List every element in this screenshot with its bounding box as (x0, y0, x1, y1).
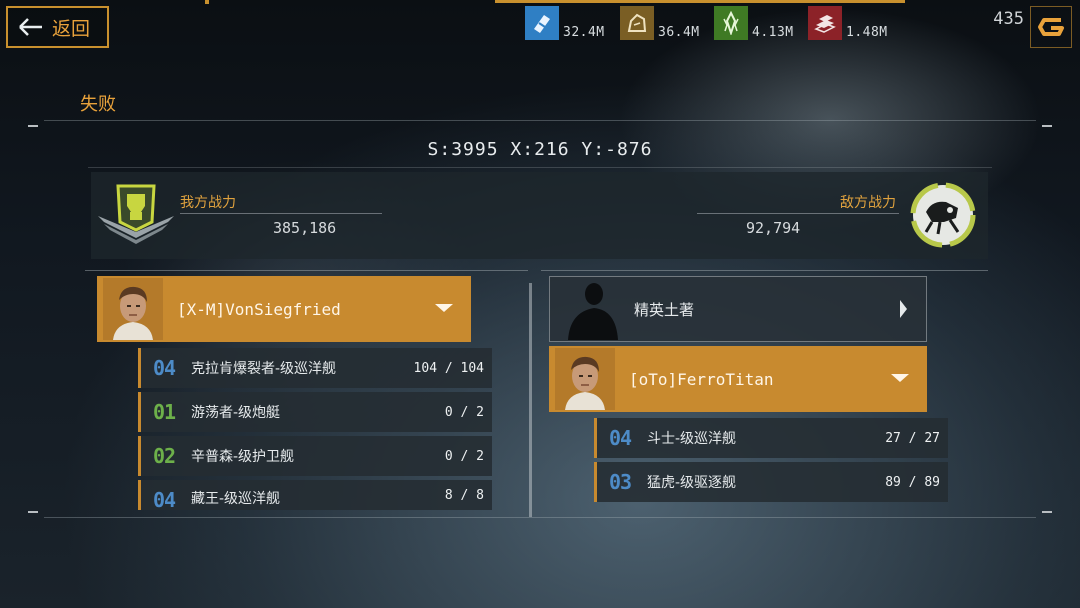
ship-tier: 03 (609, 470, 632, 494)
silhouette-avatar (568, 283, 618, 340)
resource-ore[interactable]: 36.4M (620, 4, 700, 40)
ally-commander-avatar (103, 278, 163, 340)
header-divider (44, 120, 1036, 121)
back-button[interactable]: 返回 (6, 6, 109, 48)
resource-value: 36.4M (658, 25, 700, 40)
enemy-power-underline (697, 213, 899, 214)
corner-tick (1042, 125, 1052, 127)
battle-result-title: 失败 (80, 94, 116, 115)
crystal-shard-icon (525, 6, 559, 40)
ship-count: 0 / 2 (444, 404, 484, 420)
resource-value: 32.4M (563, 25, 605, 40)
ship-name: 藏王-级巡洋舰 (191, 491, 281, 507)
power-panel (91, 172, 988, 259)
ally-ship-row[interactable]: 04 克拉肯爆裂者-级巡洋舰 104 / 104 (138, 348, 492, 388)
chevron-down-icon (891, 374, 909, 382)
enemy-power-label: 敌方战力 (840, 195, 896, 211)
enemy-player-name: [oTo]FerroTitan (629, 369, 774, 389)
enemy-column-line (541, 270, 988, 271)
corner-tick (1042, 511, 1052, 513)
ally-column-line (85, 270, 528, 271)
ally-ship-list: 04 克拉肯爆裂者-级巡洋舰 104 / 104 01 游荡者-级炮艇 0 / … (138, 348, 492, 510)
resource-crystal[interactable]: 32.4M (525, 4, 605, 40)
enemy-ship-row[interactable]: 03 猛虎-级驱逐舰 89 / 89 (594, 462, 948, 502)
enemy-commander-avatar (555, 348, 615, 410)
ship-tier: 04 (153, 356, 176, 380)
ship-count: 0 / 2 (444, 448, 484, 464)
top-accent-mark (205, 0, 209, 4)
enemy-faction-emblem-icon (910, 182, 976, 248)
enemy-ship-row[interactable]: 04 斗士-级巡洋舰 27 / 27 (594, 418, 948, 458)
ship-tier: 01 (153, 400, 176, 424)
resource-green-crystal[interactable]: 4.13M (714, 4, 794, 40)
top-accent-line (495, 0, 905, 3)
ship-count: 104 / 104 (413, 360, 484, 376)
resource-value: 4.13M (752, 25, 794, 40)
ally-player-name: [X-M]VonSiegfried (177, 299, 341, 319)
chevron-down-icon (435, 304, 453, 312)
ship-count: 27 / 27 (885, 430, 940, 446)
resource-alloy[interactable]: 1.48M (808, 4, 888, 40)
ship-count: 89 / 89 (885, 474, 940, 490)
gold-g-icon (1038, 18, 1064, 36)
elite-label: 精英土著 (634, 300, 695, 319)
gold-button[interactable] (1030, 6, 1072, 48)
our-power-underline (180, 213, 382, 214)
battle-coordinates: S:3995 X:216 Y:-876 (427, 139, 653, 160)
ore-rock-icon (620, 6, 654, 40)
ship-count: 8 / 8 (444, 488, 484, 503)
column-divider (529, 283, 532, 517)
coords-divider (88, 167, 992, 168)
our-faction-emblem-icon (98, 184, 174, 244)
alloy-bars-icon (808, 6, 842, 40)
ship-tier: 02 (153, 444, 176, 468)
corner-tick (28, 511, 38, 513)
corner-tick (28, 125, 38, 127)
ship-name: 辛普森-级护卫舰 (191, 449, 295, 465)
resource-value: 1.48M (846, 25, 888, 40)
ally-ship-row[interactable]: 02 辛普森-级护卫舰 0 / 2 (138, 436, 492, 476)
enemy-player-card[interactable]: [oTo]FerroTitan (549, 346, 927, 412)
our-power-value: 385,186 (273, 219, 337, 237)
ship-name: 猛虎-级驱逐舰 (647, 475, 737, 491)
ally-ship-row[interactable]: 04 藏王-级巡洋舰 8 / 8 (138, 480, 492, 510)
green-crystal-icon (714, 6, 748, 40)
ship-name: 斗士-级巡洋舰 (647, 431, 737, 447)
gold-count: 435 (993, 9, 1024, 29)
our-power-label: 我方战力 (180, 195, 236, 211)
ally-ship-row[interactable]: 01 游荡者-级炮艇 0 / 2 (138, 392, 492, 432)
chevron-right-icon (900, 300, 907, 318)
back-label: 返回 (52, 17, 91, 40)
back-arrow-icon (19, 18, 42, 36)
ally-player-card[interactable]: [X-M]VonSiegfried (97, 276, 471, 342)
enemy-power-value: 92,794 (746, 219, 801, 237)
enemy-ship-list: 04 斗士-级巡洋舰 27 / 27 03 猛虎-级驱逐舰 89 / 89 (594, 418, 948, 502)
ship-name: 游荡者-级炮艇 (191, 405, 281, 421)
ship-tier: 04 (153, 488, 176, 510)
footer-divider (44, 517, 1036, 518)
ship-name: 克拉肯爆裂者-级巡洋舰 (191, 361, 337, 377)
enemy-elite-card[interactable]: 精英土著 (549, 276, 927, 342)
ship-tier: 04 (609, 426, 632, 450)
